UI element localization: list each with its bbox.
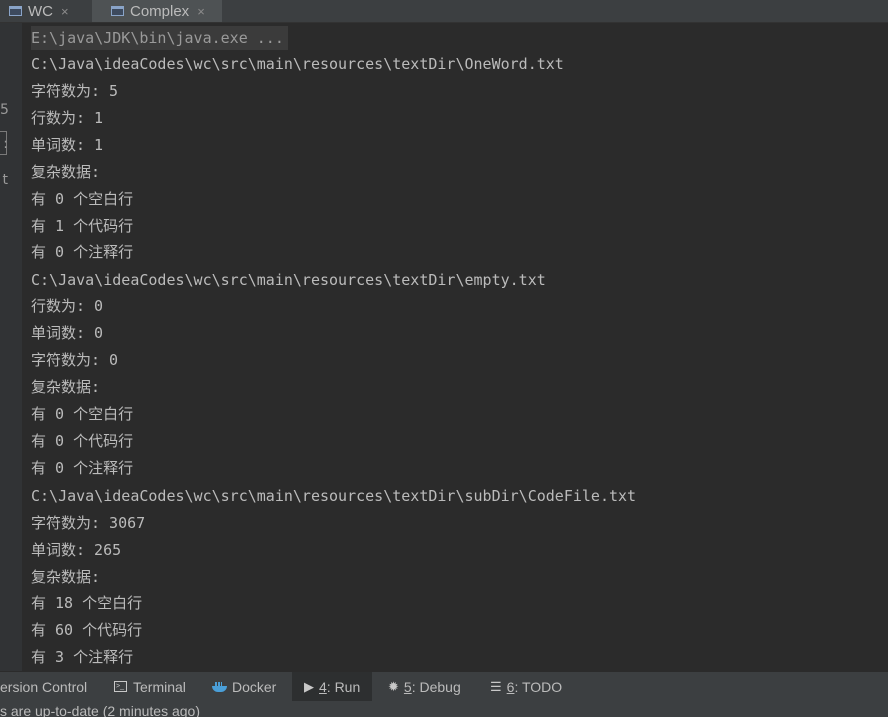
version-control-button[interactable]: ersion Control bbox=[0, 672, 100, 701]
console-line: 复杂数据: bbox=[31, 163, 101, 181]
console-line: 有 60 个代码行 bbox=[31, 621, 143, 639]
tab-label: WC bbox=[28, 2, 53, 20]
console-line: 字符数为: 5 bbox=[31, 82, 119, 100]
tab-wc[interactable]: WC × bbox=[8, 0, 88, 22]
window-icon bbox=[8, 4, 24, 18]
run-label: : Run bbox=[326, 678, 361, 695]
run-tab-bar: WC × Complex × bbox=[0, 0, 888, 23]
console-command-line[interactable]: E:\java\JDK\bin\java.exe ... bbox=[31, 26, 288, 50]
version-control-label: ersion Control bbox=[0, 678, 88, 695]
console-line: 行数为: 1 bbox=[31, 109, 104, 127]
console-line: 单词数: 0 bbox=[31, 324, 104, 342]
status-message[interactable]: s are up-to-date (2 minutes ago) bbox=[0, 703, 200, 717]
console-line: 有 0 个代码行 bbox=[31, 432, 134, 450]
todo-label: : TODO bbox=[514, 678, 563, 695]
console-line: 有 3 个注释行 bbox=[31, 648, 134, 666]
terminal-icon: >_ bbox=[114, 681, 127, 692]
run-toolbar-gutter: 5 : t bbox=[0, 23, 22, 671]
tool-window-bar: ersion Control >_ Terminal Docker ▶ 4 : … bbox=[0, 671, 888, 701]
play-icon: ▶ bbox=[304, 678, 314, 694]
pause-icon[interactable]: : bbox=[0, 137, 8, 151]
run-mnemonic: 4 bbox=[319, 678, 327, 695]
console-line: 行数为: 0 bbox=[31, 297, 104, 315]
close-icon[interactable]: × bbox=[197, 4, 205, 19]
docker-icon bbox=[212, 681, 227, 692]
console-line: 有 18 个空白行 bbox=[31, 594, 143, 612]
window-icon bbox=[110, 4, 126, 18]
debug-button[interactable]: ✹ 5 : Debug bbox=[388, 672, 478, 701]
run-window: WC × Complex × 5 : t E:\java\JDK\bin\jav… bbox=[0, 0, 888, 717]
close-icon[interactable]: × bbox=[61, 4, 69, 19]
console-line: 单词数: 1 bbox=[31, 136, 104, 154]
status-bar: s are up-to-date (2 minutes ago) bbox=[0, 701, 888, 717]
list-icon: ☰ bbox=[490, 678, 502, 694]
console-line: 有 0 个空白行 bbox=[31, 190, 134, 208]
console-line: 有 1 个代码行 bbox=[31, 217, 134, 235]
console-line: C:\Java\ideaCodes\wc\src\main\resources\… bbox=[31, 55, 564, 73]
console-line: 有 0 个注释行 bbox=[31, 459, 134, 477]
tab-complex[interactable]: Complex × bbox=[92, 0, 222, 22]
rerun-icon[interactable]: 5 bbox=[0, 103, 9, 117]
console-line: 有 0 个空白行 bbox=[31, 405, 134, 423]
console-line: 字符数为: 0 bbox=[31, 351, 119, 369]
console-line: 字符数为: 3067 bbox=[31, 514, 146, 532]
bug-icon: ✹ bbox=[388, 678, 399, 694]
run-button[interactable]: ▶ 4 : Run bbox=[292, 672, 372, 701]
console-line: C:\Java\ideaCodes\wc\src\main\resources\… bbox=[31, 271, 546, 289]
console-line: 复杂数据: bbox=[31, 378, 101, 396]
docker-label: Docker bbox=[232, 678, 277, 695]
console-line: C:\Java\ideaCodes\wc\src\main\resources\… bbox=[31, 487, 637, 505]
console-output[interactable]: E:\java\JDK\bin\java.exe ... C:\Java\ide… bbox=[22, 23, 888, 671]
restore-icon[interactable]: t bbox=[0, 173, 9, 187]
console-line: 单词数: 265 bbox=[31, 541, 122, 559]
todo-mnemonic: 6 bbox=[506, 678, 515, 695]
tab-label: Complex bbox=[130, 2, 190, 20]
debug-mnemonic: 5 bbox=[403, 678, 412, 695]
debug-label: : Debug bbox=[411, 678, 461, 695]
terminal-button[interactable]: >_ Terminal bbox=[114, 672, 204, 701]
docker-button[interactable]: Docker bbox=[212, 672, 290, 701]
console-line: 复杂数据: bbox=[31, 568, 101, 586]
terminal-label: Terminal bbox=[133, 678, 186, 695]
todo-button[interactable]: ☰ 6 : TODO bbox=[490, 672, 580, 701]
console-line: 有 0 个注释行 bbox=[31, 243, 134, 261]
